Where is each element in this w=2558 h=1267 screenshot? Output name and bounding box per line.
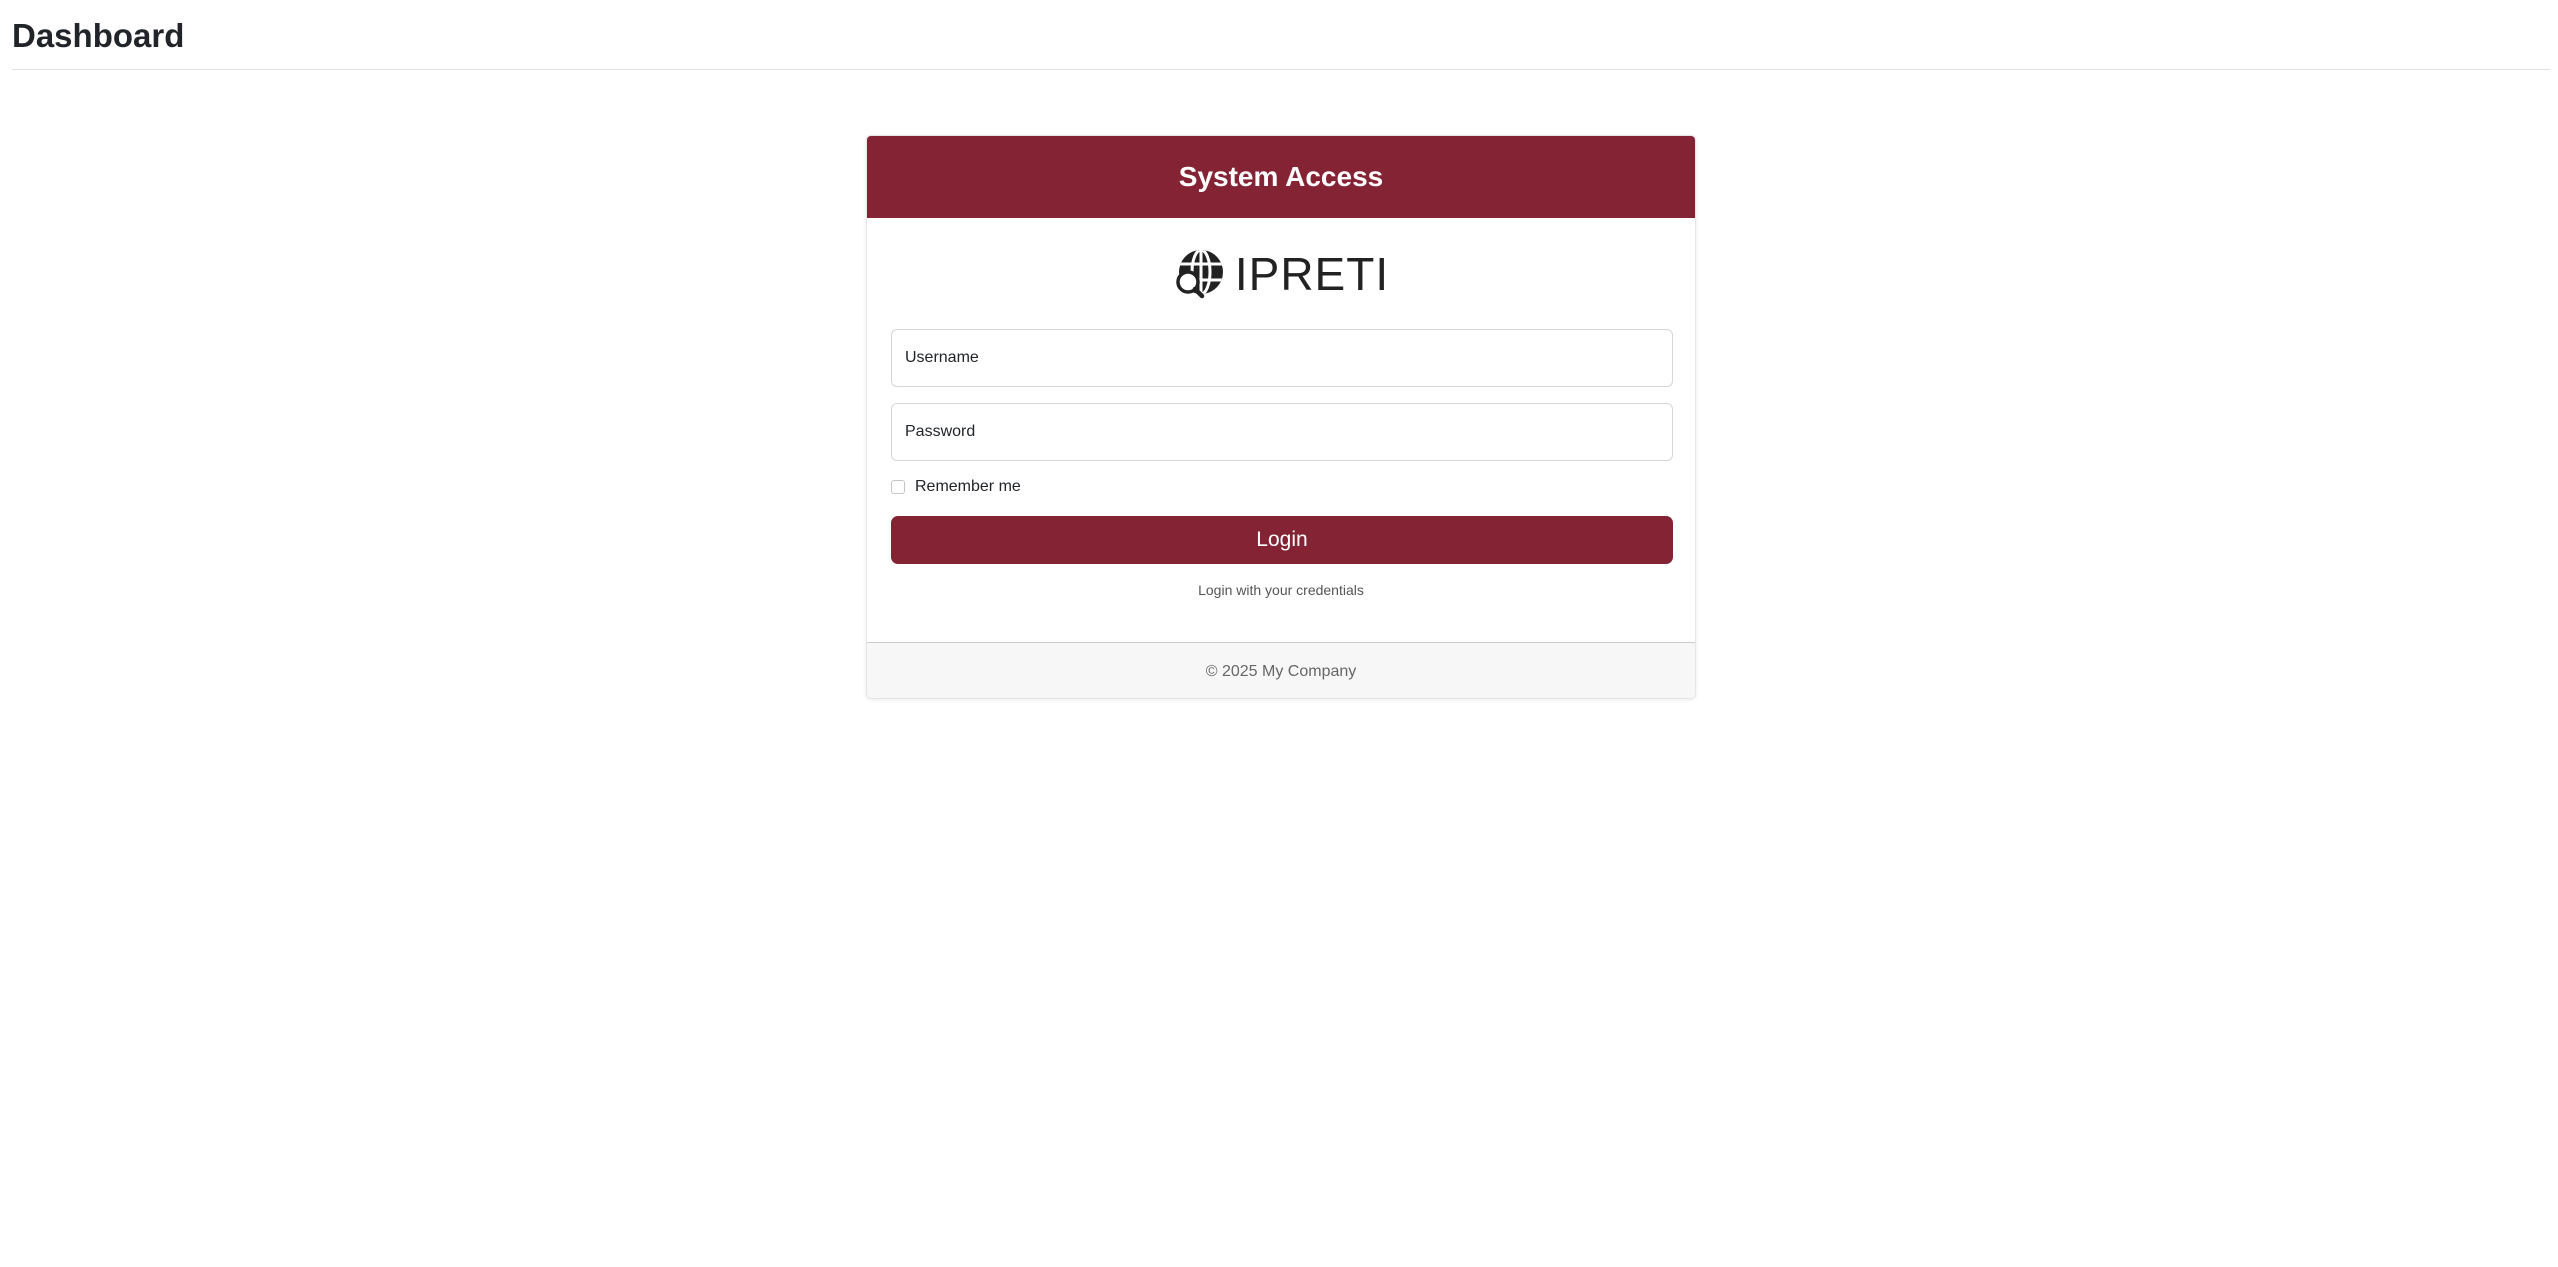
- login-button[interactable]: Login: [891, 516, 1673, 564]
- copyright-text: © 2025 My Company: [1205, 662, 1357, 680]
- password-input[interactable]: [891, 403, 1673, 461]
- card-title: System Access: [1178, 161, 1384, 192]
- globe-search-icon: [1173, 248, 1225, 300]
- remember-me-label[interactable]: Remember me: [915, 478, 1021, 496]
- login-help-text: Login with your credentials: [1198, 582, 1364, 598]
- page-title: Dashboard: [12, 17, 185, 54]
- card-header: System Access: [867, 136, 1695, 218]
- card-footer: © 2025 My Company: [867, 642, 1695, 698]
- page-header: Dashboard: [12, 0, 2550, 70]
- remember-me[interactable]: Remember me: [891, 476, 1021, 498]
- logo: IPRETI: [867, 246, 1695, 302]
- remember-me-checkbox[interactable]: [891, 480, 905, 494]
- username-input[interactable]: [891, 329, 1673, 387]
- login-card: System Access IPRETI Username Remember m…: [866, 135, 1696, 699]
- logo-text: IPRETI: [1234, 248, 1390, 300]
